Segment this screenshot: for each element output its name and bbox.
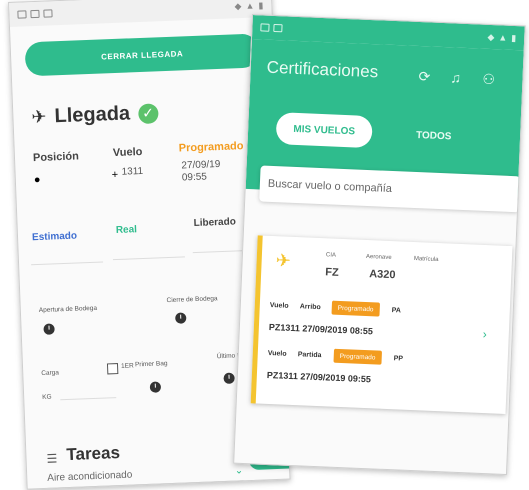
flight-card[interactable]: ✈ CIA Aeronave Matrícula FZ A320 Vuelo A… [250,235,513,414]
arrival-header: ✈ Llegada ✓ [31,97,276,129]
estimated-input[interactable] [30,245,104,266]
chevron-right-icon[interactable]: › [483,327,488,341]
tab-my-flights[interactable]: MIS VUELOS [275,112,373,149]
first-bag-label: Primer Bag [134,360,168,369]
departure-position: PP [393,355,404,363]
registration-label: Matrícula [413,255,439,264]
real-label: Real [115,224,138,237]
aircraft-value: A320 [368,268,396,282]
tasks-title: Tareas [66,443,121,465]
refresh-icon[interactable]: ⟳ [418,68,430,85]
estimated-label: Estimado [31,230,78,244]
status-badge: Programado [331,300,380,317]
first-bag-checkbox[interactable] [106,363,119,375]
arrival-title: Llegada [54,102,131,128]
plane-landing-icon: ✈ [31,106,47,128]
plus-icon: + [111,168,119,182]
hold-closing-label: Cierre de Bodega [166,295,218,305]
scheduled-label: Programado [178,140,244,155]
clock-icon[interactable] [175,312,187,324]
list-icon: ☰ [46,451,58,466]
check-icon: ✓ [137,102,159,124]
status-icons-left [260,23,283,33]
task-select-value: Aire acondicionado [47,469,133,484]
departure-code-time: PZ1311 27/09/2019 09:55 [266,369,372,385]
user-icon[interactable]: ⚇ [482,71,495,89]
clock-icon[interactable] [43,323,55,335]
arrival-type-label: Arribo [299,303,321,312]
tab-all[interactable]: TODOS [416,130,452,142]
flight-value: 1311 [121,165,144,178]
first-bag-prefix: 1ER [120,362,134,370]
scheduled-time: 09:55 [181,171,208,184]
location-pin-icon: ● [33,173,41,187]
departure-type-label: Partida [297,351,322,360]
bell-icon[interactable]: ♫ [450,69,461,85]
arrival-code-time: PZ1311 27/09/2019 08:55 [268,321,374,337]
status-bar: ◆ ▲ ▮ [9,0,272,27]
departure-flight-label: Vuelo [267,349,287,358]
page-title: Certificaciones [266,57,379,82]
released-label: Liberado [193,216,237,230]
plane-icon: ✈ [275,250,292,271]
close-arrival-button[interactable]: CERRAR LLEGADA [24,33,260,77]
status-badge: Programado [333,348,382,365]
cargo-label: Carga [41,369,60,377]
status-icons-right: ◆ ▲ ▮ [234,0,264,11]
position-label: Posición [32,150,80,165]
aircraft-label: Aeronave [365,253,392,262]
clock-icon[interactable] [223,372,235,384]
cargo-input[interactable] [59,379,117,401]
arrival-flight-label: Vuelo [269,302,289,310]
chevron-down-icon: ⌄ [234,464,244,477]
status-icons-right: ◆ ▲ ▮ [487,31,517,43]
arrival-position: PA [391,307,402,315]
real-input[interactable] [112,240,185,261]
status-icons-left [17,9,53,19]
scheduled-date: 27/09/19 [181,158,221,172]
hold-opening-label: Apertura de Bodega [38,304,98,315]
cia-value: FZ [324,266,339,279]
certifications-screen: ◆ ▲ ▮ Certificaciones ⟳ ♫ ⚇ MIS VUELOS TOD… [233,14,526,476]
flight-label: Vuelo [112,145,143,160]
kg-unit: KG [42,393,52,401]
clock-icon[interactable] [149,381,162,393]
cia-label: CIA [325,252,337,259]
